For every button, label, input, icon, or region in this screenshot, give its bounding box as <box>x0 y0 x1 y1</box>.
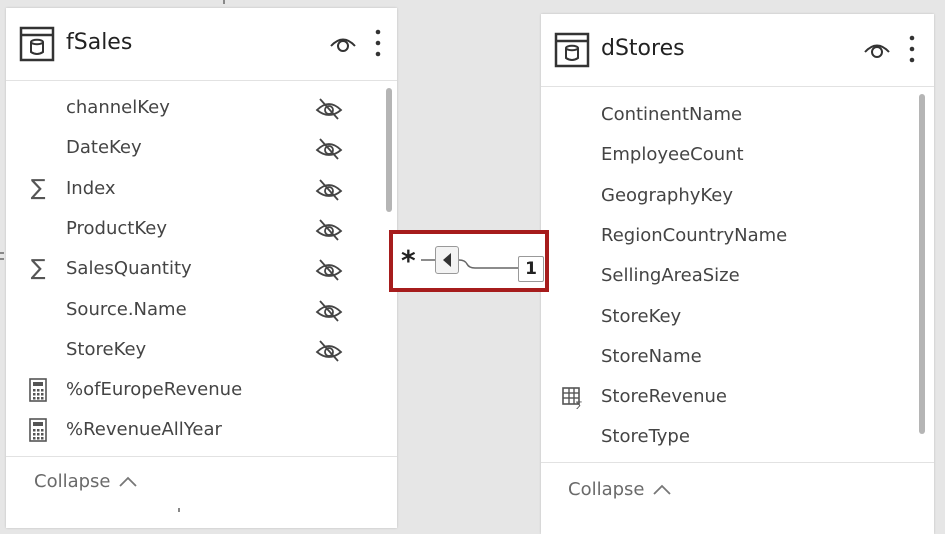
eye-hidden-icon[interactable] <box>314 338 344 362</box>
sigma-icon: ∑ <box>30 175 46 201</box>
field-row[interactable]: StoreKey <box>541 297 861 337</box>
field-row[interactable]: DateKey <box>6 128 343 168</box>
eye-icon[interactable] <box>863 39 891 61</box>
table-icon <box>19 26 55 62</box>
connector-tick-bottom <box>178 508 180 512</box>
field-row[interactable]: StoreKey <box>6 330 343 370</box>
field-row[interactable]: GeographyKey <box>541 176 861 216</box>
table-icon <box>554 32 590 68</box>
field-label: %ofEuropeRevenue <box>66 379 243 401</box>
chevron-up-icon <box>119 476 137 487</box>
field-label: %RevenueAllYear <box>66 419 222 441</box>
more-options-icon[interactable] <box>907 34 917 64</box>
collapse-button[interactable]: Collapse <box>568 479 672 501</box>
chevron-up-icon <box>653 484 671 495</box>
field-label: EmployeeCount <box>601 144 744 166</box>
eye-hidden-icon[interactable] <box>314 298 344 322</box>
field-row[interactable]: RegionCountryName <box>541 216 861 256</box>
eye-hidden-icon[interactable] <box>314 96 344 120</box>
connector-tick-left <box>0 252 4 254</box>
collapse-label: Collapse <box>34 471 111 492</box>
card-header[interactable]: fSales <box>6 8 397 81</box>
table-card-dstores[interactable]: dStores ContinentName EmployeeCount Geogra… <box>541 14 934 534</box>
eye-icon[interactable] <box>329 33 357 55</box>
field-row[interactable]: ∑ StoreRevenue <box>541 377 861 417</box>
field-label: RegionCountryName <box>601 224 788 246</box>
svg-text:∑: ∑ <box>576 401 582 409</box>
field-label: Source.Name <box>66 298 187 320</box>
field-label: channelKey <box>66 97 170 118</box>
table-sigma-icon: ∑ <box>562 387 582 409</box>
field-label: SellingAreaSize <box>601 265 740 287</box>
field-row[interactable]: StoreName <box>541 337 861 377</box>
field-label: SalesQuantity <box>66 258 192 280</box>
relationship-line[interactable]: * 1 <box>389 230 549 292</box>
collapse-divider <box>6 456 397 457</box>
connector-tick-top <box>223 0 225 4</box>
field-label: StoreRevenue <box>601 386 727 408</box>
scrollbar[interactable] <box>919 94 925 434</box>
calculator-icon <box>29 378 47 402</box>
field-row[interactable]: channelKey <box>6 88 343 128</box>
one-cardinality-label: 1 <box>518 256 544 282</box>
table-title: dStores <box>601 36 685 61</box>
field-row[interactable]: Source.Name <box>6 290 343 330</box>
sigma-icon: ∑ <box>30 256 46 282</box>
collapse-label: Collapse <box>568 479 645 500</box>
field-row[interactable]: %RevenueAllYear <box>6 410 326 450</box>
field-label: StoreName <box>601 345 702 367</box>
many-cardinality-label: * <box>401 244 416 277</box>
table-card-fsales[interactable]: fSales channelKey DateKey ∑ Index ProductKey… <box>6 8 397 528</box>
scrollbar[interactable] <box>386 88 392 212</box>
calculator-icon <box>29 418 47 443</box>
more-options-icon[interactable] <box>373 28 383 58</box>
card-header[interactable]: dStores <box>541 14 934 87</box>
field-label: DateKey <box>66 137 142 159</box>
field-row[interactable]: ∑ SalesQuantity <box>6 249 343 289</box>
field-label: StoreType <box>601 426 690 448</box>
connector-tick-left-2 <box>0 258 4 260</box>
collapse-button[interactable]: Collapse <box>34 471 138 493</box>
field-label: ContinentName <box>601 104 743 125</box>
filter-direction-arrow-icon <box>435 246 459 274</box>
field-label: StoreKey <box>601 305 682 327</box>
eye-hidden-icon[interactable] <box>314 177 344 201</box>
field-row[interactable]: EmployeeCount <box>541 135 861 175</box>
field-row[interactable]: SellingAreaSize <box>541 256 861 296</box>
field-row[interactable]: ContinentName <box>541 95 861 135</box>
field-label: Index <box>66 177 116 199</box>
table-title: fSales <box>66 30 133 55</box>
field-row[interactable]: %ofEuropeRevenue <box>6 370 326 410</box>
eye-hidden-icon[interactable] <box>314 136 344 160</box>
field-label: ProductKey <box>66 217 167 239</box>
field-row[interactable]: ProductKey <box>6 209 343 249</box>
field-row[interactable]: StoreType <box>541 417 861 457</box>
collapse-divider <box>541 462 934 463</box>
field-label: GeographyKey <box>601 184 734 206</box>
eye-hidden-icon[interactable] <box>314 257 344 281</box>
field-label: StoreKey <box>66 338 147 360</box>
field-row[interactable]: ∑ Index <box>6 169 343 209</box>
eye-hidden-icon[interactable] <box>314 217 344 241</box>
